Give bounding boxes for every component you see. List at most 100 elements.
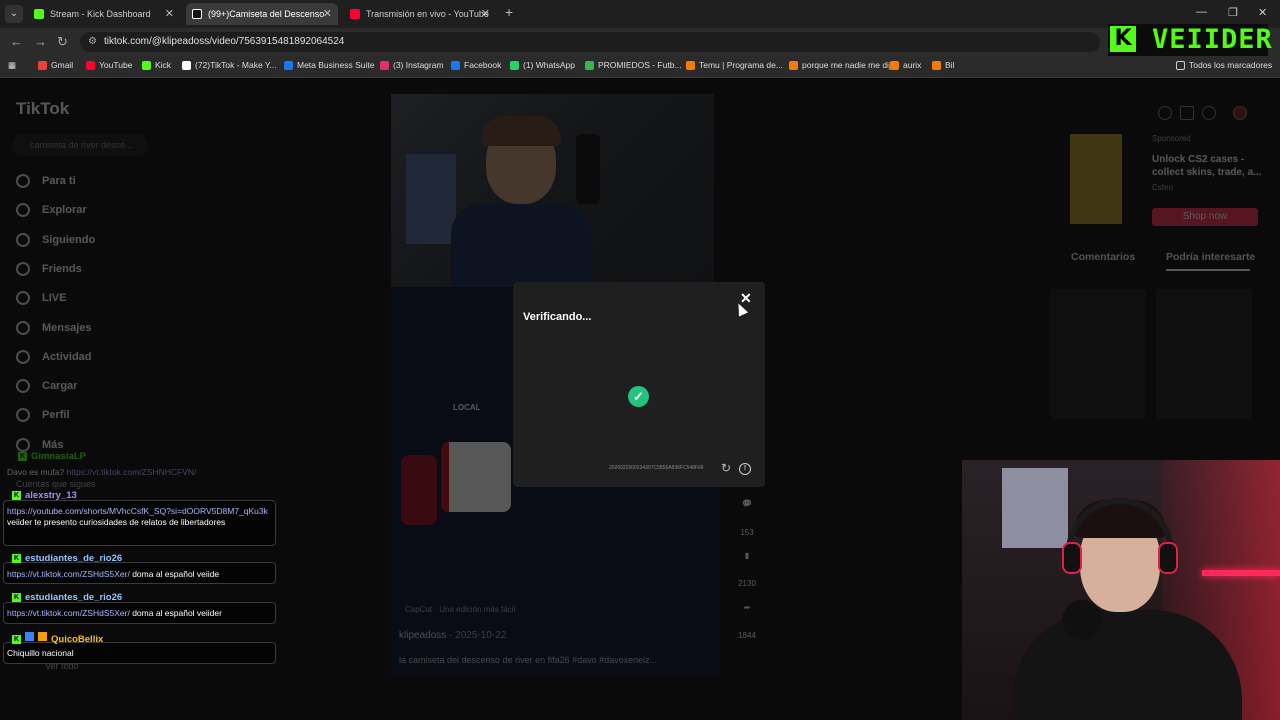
bookmark-item[interactable]: (1) WhatsApp (510, 60, 575, 70)
sidebar-item-label: Siguiendo (42, 233, 96, 246)
bookmark-favicon-icon (38, 61, 47, 70)
ad-image[interactable] (1070, 134, 1122, 224)
bookmark-item[interactable]: (3) Instagram (380, 60, 444, 70)
tab-podria-interesarte[interactable]: Podría interesarte (1166, 251, 1255, 263)
sidebar-item-label: Para ti (42, 175, 76, 187)
comment-icon[interactable]: 💬 (735, 499, 759, 508)
site-info-icon[interactable]: ⚙ (88, 32, 97, 52)
sidebar-item-actividad[interactable]: Actividad (16, 349, 92, 365)
sidebar-item-live[interactable]: LIVE (16, 290, 66, 306)
video-author[interactable]: klipeadoss · 2025-10-22 (399, 630, 506, 641)
tab-search-button[interactable]: ⌄ (5, 5, 23, 23)
more-icon (16, 437, 30, 452)
red-shirt (401, 455, 437, 525)
bookmark-item[interactable]: Meta Business Suite (284, 60, 374, 70)
shirt (451, 204, 591, 287)
tab-comentarios[interactable]: Comentarios (1071, 251, 1135, 263)
bookmark-label: (3) Instagram (393, 60, 444, 70)
suggested-video-thumb[interactable] (1050, 289, 1146, 419)
tab-title: Stream - Kick Dashboard (50, 9, 151, 19)
device-icon[interactable] (1180, 106, 1194, 120)
chat-username: Kestudiantes_de_rio26 (12, 592, 123, 603)
bookmark-label: Meta Business Suite (297, 60, 375, 70)
reload-icon[interactable]: ↻ (57, 34, 68, 50)
chat-message: https://vt.tiktok.com/ZSHdS5Xer/ doma al… (7, 569, 220, 579)
bookmark-favicon-icon (686, 61, 695, 70)
bookmark-item[interactable]: YouTube (86, 60, 132, 70)
capcut-label[interactable]: CapCut · Una edición más fácil (405, 605, 515, 614)
minimize-icon[interactable]: — (1196, 6, 1207, 18)
poster (1002, 468, 1068, 548)
url-text: tiktok.com/@klipeadoss/video/75639154818… (104, 36, 345, 47)
bookmark-label: aurix (903, 60, 922, 70)
browser-tab-bar: ⌄ Stream - Kick Dashboard ✕ (99+)Camiset… (0, 0, 1280, 28)
close-icon[interactable]: ✕ (165, 3, 174, 25)
all-bookmarks-label: Todos los marcadores (1189, 60, 1273, 70)
bookmark-item[interactable]: Facebook (451, 60, 501, 70)
river-shirt (441, 442, 511, 512)
back-icon[interactable]: ← (10, 34, 23, 49)
kick-logo-icon: K (1110, 26, 1136, 52)
kick-badge-icon: K (18, 452, 27, 461)
close-window-icon[interactable]: ✕ (1258, 6, 1267, 19)
chat-username: K QuicoBellix (12, 632, 104, 645)
download-icon[interactable] (1202, 106, 1216, 120)
sidebar-item-label: Más (42, 438, 64, 451)
sidebar-item-explorar[interactable]: Explorar (16, 202, 87, 218)
bookmark-item[interactable]: porque me nadie me dijo (789, 60, 896, 70)
bookmark-favicon-icon (380, 61, 389, 70)
chat-username: K GimnasiaLP (18, 451, 86, 462)
tab-kick-dashboard[interactable]: Stream - Kick Dashboard ✕ (28, 3, 180, 25)
apps-icon[interactable]: ▦ (8, 60, 16, 71)
shop-now-button[interactable]: Shop now (1152, 208, 1258, 226)
bookmark-item[interactable]: (72)TikTok - Make Y... (182, 60, 277, 70)
bookmark-favicon-icon (932, 61, 941, 70)
close-icon[interactable]: ✕ (323, 3, 332, 25)
bookmark-item[interactable]: PROMIEDOS - Futb... (585, 60, 682, 70)
sidebar-item-cargar[interactable]: Cargar (16, 378, 77, 394)
new-tab-button[interactable]: + (505, 4, 513, 20)
avatar[interactable] (1233, 106, 1247, 120)
bookmark-label: Kick (155, 60, 172, 70)
explore-icon (16, 203, 30, 218)
bookmark-favicon-icon (142, 61, 151, 70)
sidebar-item-mensajes[interactable]: Mensajes (16, 320, 92, 336)
dialog-title: Verificando... (523, 311, 592, 323)
sidebar-item-siguiendo[interactable]: Siguiendo (16, 232, 95, 248)
sidebar-item-para-ti[interactable]: Para ti (16, 173, 76, 189)
bookmark-item[interactable]: Gmail (38, 60, 73, 70)
kick-badge-icon: K (12, 554, 21, 563)
sidebar-item-perfil[interactable]: Perfil (16, 407, 70, 423)
chat-message: Davo es mufa? https://vt.tiktok.com/ZSHN… (7, 467, 197, 477)
bookmark-item[interactable]: Bil (932, 60, 954, 70)
streamer-name: VEIIDER (1152, 24, 1273, 55)
settings-icon[interactable] (1158, 106, 1172, 120)
bookmark-item[interactable]: aurix (890, 60, 921, 70)
streamer-logo: K VEIIDER (1108, 24, 1272, 56)
bookmark-label: Facebook (464, 60, 502, 70)
tab-youtube-live[interactable]: Transmisión en vivo - YouTube ✕ (344, 3, 496, 25)
bookmark-item[interactable]: Kick (142, 60, 171, 70)
tab-tiktok-video[interactable]: (99+)Camiseta del Descenso ✕ (186, 3, 338, 25)
close-icon[interactable]: ✕ (481, 3, 490, 25)
info-icon[interactable]: ! (739, 463, 751, 475)
share-icon[interactable]: ➦ (735, 603, 759, 612)
suggested-video-thumb[interactable] (1156, 289, 1252, 419)
bookmark-favicon-icon (86, 61, 95, 70)
ad-title[interactable]: Unlock CS2 cases - collect skins, trade,… (1152, 153, 1262, 179)
share-count: 1844 (738, 631, 756, 640)
forward-icon[interactable]: → (34, 34, 47, 49)
refresh-icon[interactable]: ↻ (721, 461, 731, 475)
live-icon (16, 291, 30, 306)
search-input[interactable]: camiseta de river desce... (12, 134, 148, 156)
bookmark-icon[interactable]: ▮ (735, 551, 759, 560)
chat-username: Kestudiantes_de_rio26 (12, 553, 123, 564)
maximize-icon[interactable]: ❐ (1228, 6, 1238, 19)
video-top-frame[interactable] (391, 94, 714, 287)
all-bookmarks[interactable]: Todos los marcadores (1176, 60, 1272, 70)
activity-icon (16, 349, 30, 364)
url-input[interactable]: ⚙ tiktok.com/@klipeadoss/video/756391548… (80, 32, 1100, 52)
bookmark-item[interactable]: Temu | Programa de... (686, 60, 783, 70)
tiktok-logo[interactable]: TikTok (16, 99, 69, 119)
sidebar-item-friends[interactable]: Friends (16, 261, 82, 277)
